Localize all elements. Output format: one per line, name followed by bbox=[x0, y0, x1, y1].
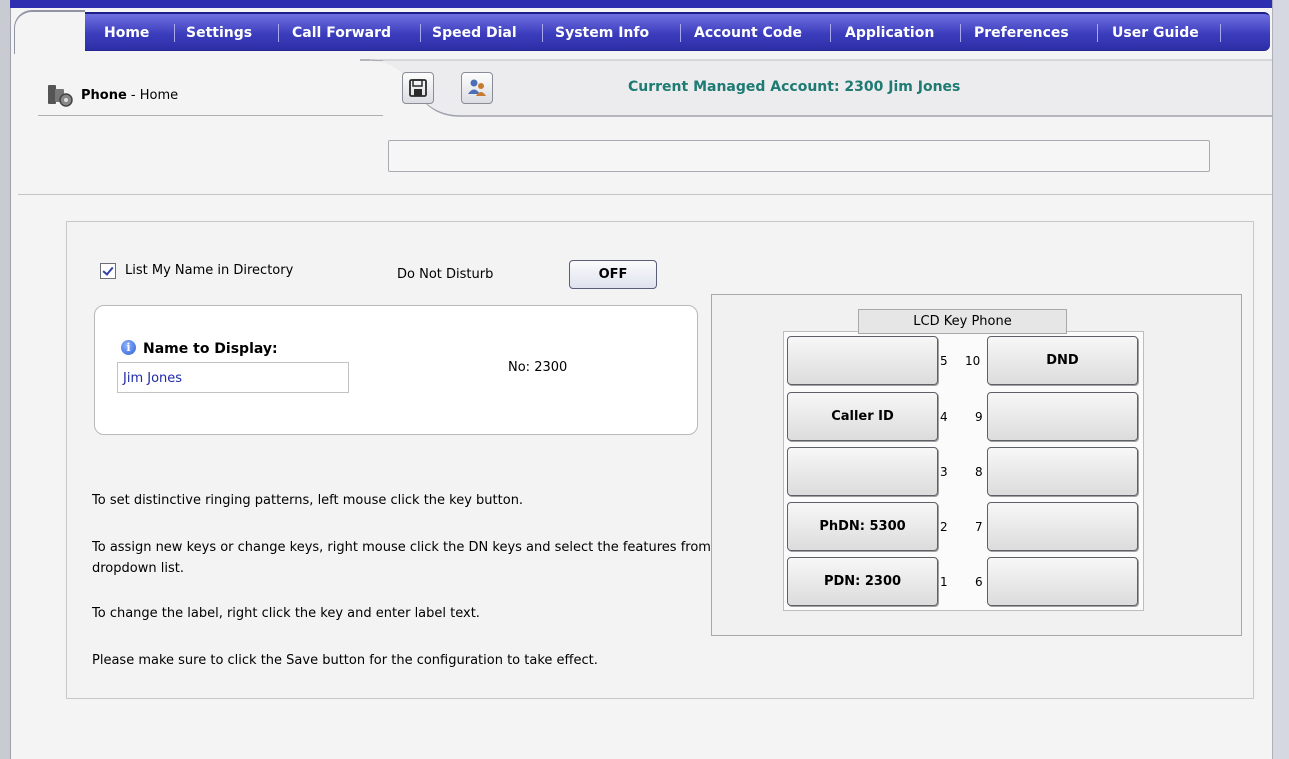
phone-key-4[interactable]: Caller ID bbox=[787, 392, 938, 441]
instruction-4: Please make sure to click the Save butto… bbox=[92, 653, 598, 668]
phone-key-6[interactable] bbox=[987, 557, 1138, 606]
dnd-label: Do Not Disturb bbox=[397, 267, 494, 282]
nav-separator bbox=[174, 24, 175, 42]
dnd-toggle-button[interactable]: OFF bbox=[569, 260, 657, 289]
phone-key-3[interactable] bbox=[787, 447, 938, 496]
nav-account-code[interactable]: Account Code bbox=[694, 24, 802, 42]
page-title-rest: - Home bbox=[126, 88, 179, 103]
instruction-1: To set distinctive ringing patterns, lef… bbox=[92, 493, 524, 508]
phone-key-1[interactable]: PDN: 2300 bbox=[787, 557, 938, 606]
nav-separator bbox=[960, 24, 961, 42]
name-to-display-label: Name to Display: bbox=[143, 341, 278, 357]
instruction-3: To change the label, right click the key… bbox=[92, 606, 480, 621]
nav-preferences[interactable]: Preferences bbox=[974, 24, 1069, 42]
key-number: 4 bbox=[940, 410, 948, 424]
phone-title: LCD Key Phone bbox=[858, 309, 1067, 334]
nav-system-info[interactable]: System Info bbox=[555, 24, 649, 42]
save-button[interactable] bbox=[402, 72, 434, 104]
nav-separator bbox=[420, 24, 421, 42]
phone-settings-icon bbox=[48, 85, 73, 107]
save-icon bbox=[409, 79, 427, 97]
nav-tab-corner bbox=[14, 10, 85, 54]
key-number: 2 bbox=[940, 520, 948, 534]
phone-key-10[interactable]: DND bbox=[987, 336, 1138, 385]
user-switch-button[interactable] bbox=[461, 72, 493, 104]
list-name-checkbox[interactable] bbox=[100, 263, 116, 279]
key-number: 8 bbox=[975, 465, 983, 479]
right-scrollbar[interactable] bbox=[1272, 0, 1289, 759]
divider bbox=[18, 194, 1272, 195]
phone-key-5[interactable] bbox=[787, 336, 938, 385]
number-label: No: 2300 bbox=[508, 360, 568, 375]
key-number: 6 bbox=[975, 575, 983, 589]
phone-key-7[interactable] bbox=[987, 502, 1138, 551]
left-edge bbox=[0, 0, 11, 759]
current-account-label: Current Managed Account: 2300 Jim Jones bbox=[628, 79, 961, 95]
nav-separator bbox=[1220, 24, 1221, 42]
nav-top-line bbox=[10, 0, 1272, 8]
instruction-2: To assign new keys or change keys, right… bbox=[92, 540, 711, 576]
nav-speed-dial[interactable]: Speed Dial bbox=[432, 24, 517, 42]
nav-call-forward[interactable]: Call Forward bbox=[292, 24, 391, 42]
info-icon: i bbox=[121, 340, 136, 355]
user-icon bbox=[468, 79, 486, 96]
nav-settings[interactable]: Settings bbox=[186, 24, 252, 42]
nav-separator bbox=[830, 24, 831, 42]
list-name-label: List My Name in Directory bbox=[125, 263, 294, 278]
nav-separator bbox=[542, 24, 543, 42]
page-title: Phone - Home bbox=[81, 88, 178, 103]
phone-key-2[interactable]: PhDN: 5300 bbox=[787, 502, 938, 551]
key-number: 10 bbox=[965, 354, 981, 368]
phone-key-8[interactable] bbox=[987, 447, 1138, 496]
nav-user-guide[interactable]: User Guide bbox=[1112, 24, 1199, 42]
nav-home[interactable]: Home bbox=[104, 24, 149, 42]
key-number: 1 bbox=[940, 575, 948, 589]
phone-key-9[interactable] bbox=[987, 392, 1138, 441]
key-number: 3 bbox=[940, 465, 948, 479]
nav-separator bbox=[278, 24, 279, 42]
nav-application[interactable]: Application bbox=[845, 24, 934, 42]
nav-separator bbox=[1097, 24, 1098, 42]
name-to-display-input[interactable]: Jim Jones bbox=[117, 362, 349, 393]
status-bar bbox=[388, 140, 1210, 172]
key-number: 9 bbox=[975, 410, 983, 424]
key-number: 5 bbox=[940, 354, 948, 368]
nav-separator bbox=[680, 24, 681, 42]
page-title-bold: Phone bbox=[81, 88, 127, 103]
key-number: 7 bbox=[975, 520, 983, 534]
